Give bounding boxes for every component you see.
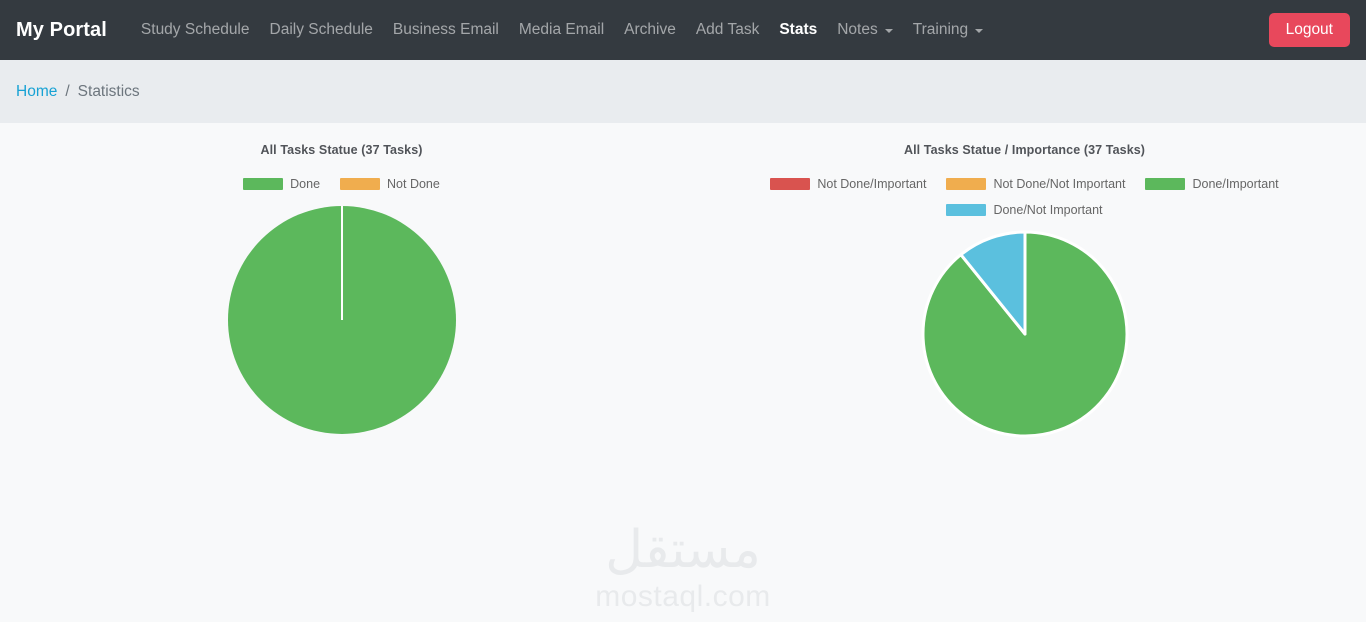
legend-item-label: Done/Important <box>1192 177 1279 191</box>
legend-item[interactable]: Done/Important <box>1141 171 1282 197</box>
nav-item-training[interactable]: Training <box>903 13 993 47</box>
breadcrumb-item-home[interactable]: Home <box>16 83 57 101</box>
nav-item-stats[interactable]: Stats <box>769 13 827 47</box>
pie-chart-status-importance[interactable] <box>860 229 1190 441</box>
chart-title-status-importance: All Tasks Statue / Importance (37 Tasks) <box>903 143 1146 157</box>
legend-item-label: Not Done/Important <box>817 177 927 191</box>
nav-item-study-schedule[interactable]: Study Schedule <box>131 13 260 47</box>
nav-item-label: Study Schedule <box>140 21 250 38</box>
nav-item-label: Notes <box>837 21 878 38</box>
breadcrumb: Home / Statistics <box>0 60 1366 123</box>
pie-chart-status[interactable] <box>177 203 507 439</box>
legend-item[interactable]: Not Done <box>336 171 444 197</box>
nav-item-label: Training <box>912 21 969 38</box>
chart-panel-status-importance: All Tasks Statue / Importance (37 Tasks)… <box>683 143 1366 441</box>
watermark: مستقل mostaql.com <box>0 524 1366 612</box>
legend-item-label: Done <box>290 177 321 191</box>
chevron-down-icon <box>884 29 893 33</box>
chart-panel-status: All Tasks Statue (37 Tasks) Done Not Done <box>0 143 683 441</box>
top-navbar: My Portal Study Schedule Daily Schedule Bu… <box>0 0 1366 60</box>
chart-legend-status-importance: Not Done/Important Not Done/Not Important… <box>765 171 1285 223</box>
logout-button[interactable]: Logout <box>1268 13 1350 47</box>
chart-legend-status: Done Not Done <box>239 171 444 197</box>
chart-title-status: All Tasks Statue (37 Tasks) <box>260 143 423 157</box>
watermark-arabic-text: مستقل <box>605 520 761 580</box>
legend-swatch-icon <box>340 178 381 190</box>
legend-item[interactable]: Not Done/Not Important <box>942 171 1129 197</box>
brand-logo[interactable]: My Portal <box>16 19 107 42</box>
legend-swatch-icon <box>243 178 284 190</box>
pie-chart-status-wrap <box>177 203 507 439</box>
charts-row: All Tasks Statue (37 Tasks) Done Not Done… <box>0 123 1366 441</box>
legend-item-label: Not Done/Not Important <box>993 177 1126 191</box>
nav-item-archive[interactable]: Archive <box>614 13 686 47</box>
legend-swatch-icon <box>770 178 811 190</box>
chevron-down-icon <box>975 29 984 33</box>
watermark-latin-text: mostaql.com <box>595 580 771 613</box>
breadcrumb-item-statistics: Statistics <box>77 82 140 100</box>
legend-item[interactable]: Not Done/Important <box>766 171 930 197</box>
nav-item-media-email[interactable]: Media Email <box>509 13 614 47</box>
nav-item-business-email[interactable]: Business Email <box>383 13 509 47</box>
nav-item-daily-schedule[interactable]: Daily Schedule <box>260 13 383 47</box>
legend-item-label: Not Done <box>387 177 440 191</box>
legend-swatch-icon <box>946 178 987 190</box>
legend-swatch-icon <box>946 204 987 216</box>
nav-item-label: Media Email <box>518 21 605 38</box>
nav-item-label: Archive <box>624 21 676 38</box>
nav-item-label: Daily Schedule <box>269 21 373 38</box>
legend-swatch-icon <box>1145 178 1186 190</box>
legend-item[interactable]: Done <box>239 171 324 197</box>
legend-item-label: Done/Not Important <box>993 203 1103 217</box>
breadcrumb-separator: / <box>65 82 70 100</box>
nav-item-label: Add Task <box>695 21 760 38</box>
nav-item-label: Business Email <box>392 21 499 38</box>
nav-item-notes[interactable]: Notes <box>827 13 903 47</box>
nav-links: Study Schedule Daily Schedule Business Ema… <box>131 13 1261 47</box>
legend-item[interactable]: Done/Not Important <box>942 197 1106 223</box>
pie-chart-status-importance-wrap <box>860 229 1190 441</box>
nav-item-label: Stats <box>779 21 818 38</box>
nav-item-add-task[interactable]: Add Task <box>686 13 769 47</box>
